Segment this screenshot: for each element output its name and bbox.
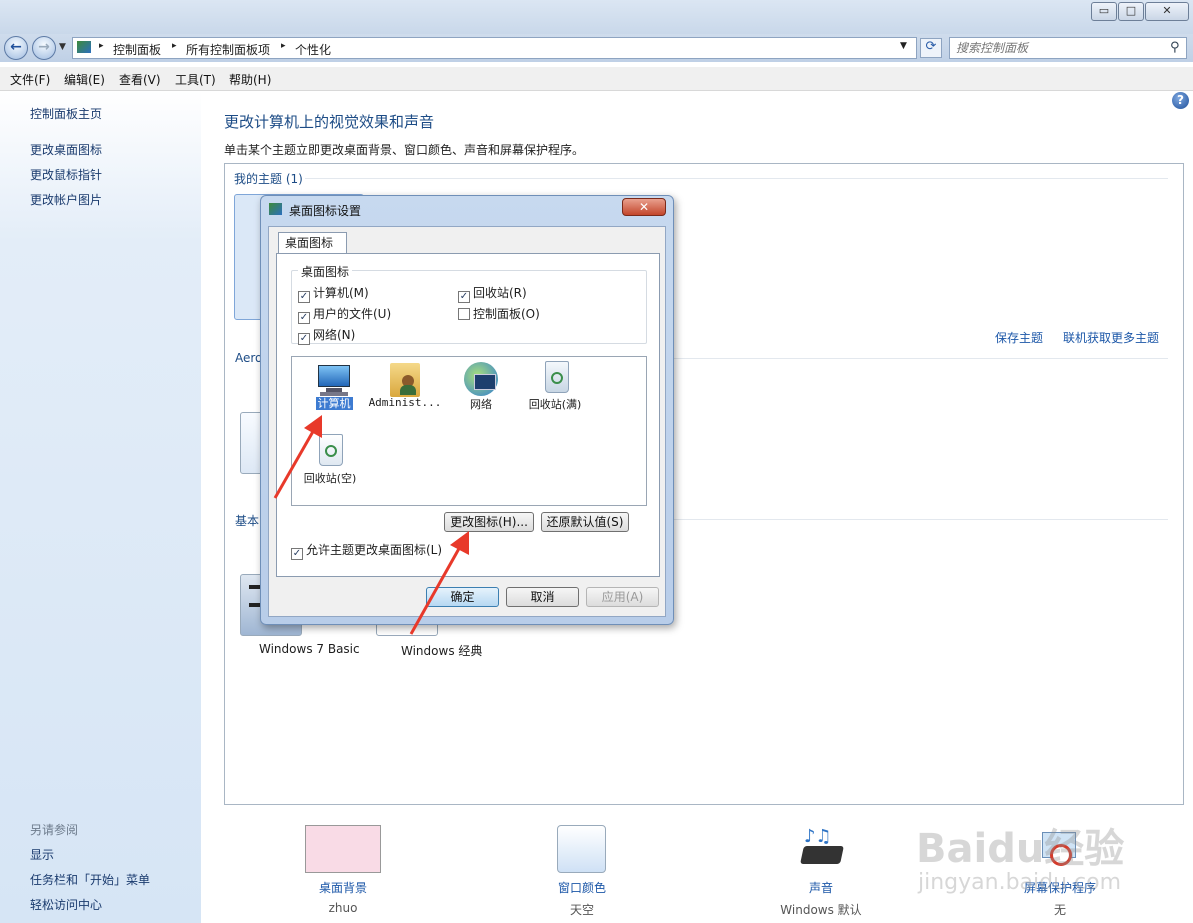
arrow-to-computer-icon bbox=[273, 415, 322, 499]
annotation-arrows bbox=[273, 415, 469, 635]
arrow-to-change-icon-button bbox=[409, 531, 469, 635]
